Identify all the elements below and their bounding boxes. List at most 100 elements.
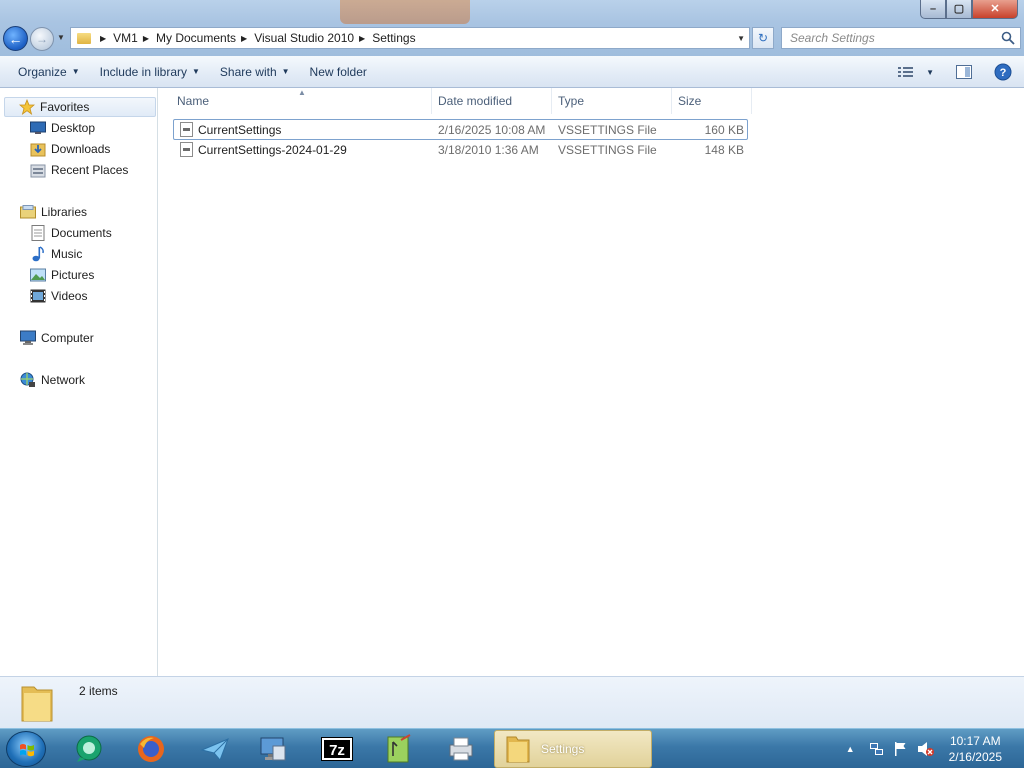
vssettings-file-icon — [180, 142, 193, 157]
minimize-button[interactable]: – — [920, 0, 946, 19]
videos-filmstrip-icon — [30, 288, 46, 304]
help-icon: ? — [994, 63, 1012, 81]
window-titlebar: – ▢ ✕ ← → ▼ ▶ VM1 ▶ My Documents ▶ Visua… — [0, 0, 1024, 56]
recent-places-icon — [30, 162, 46, 178]
documents-icon — [30, 225, 46, 241]
pictures-icon — [30, 267, 46, 283]
dropdown-arrow-icon: ▼ — [71, 67, 80, 76]
breadcrumb-label: My Documents — [156, 31, 237, 45]
7zip-icon: 7z — [321, 737, 353, 761]
file-name: CurrentSettings-2024-01-29 — [198, 142, 347, 157]
breadcrumb-chevron-icon[interactable]: ▶ — [100, 34, 106, 43]
start-button[interactable] — [6, 731, 46, 767]
close-button[interactable]: ✕ — [972, 0, 1018, 19]
column-header-label: Size — [678, 94, 702, 108]
taskbar-firefox[interactable] — [134, 733, 168, 765]
nav-item-label: Music — [51, 247, 83, 261]
search-icon[interactable] — [1001, 31, 1015, 45]
nav-item-pictures[interactable]: Pictures — [30, 265, 94, 285]
column-header-label: Date modified — [438, 94, 513, 108]
column-header-size[interactable]: Size — [672, 88, 752, 114]
network-status-icon[interactable] — [869, 741, 885, 757]
computer-icon — [20, 330, 36, 346]
taskbar-7zip[interactable]: 7z — [320, 733, 354, 765]
details-view-icon — [898, 67, 914, 77]
maximize-icon: ▢ — [953, 2, 965, 15]
nav-favorites-label: Favorites — [40, 100, 90, 114]
taskbar-notepadpp[interactable] — [382, 733, 416, 765]
help-button[interactable]: ? — [994, 63, 1012, 81]
remote-desktop-icon — [260, 737, 286, 761]
change-view-button[interactable]: ▼ — [898, 66, 934, 78]
system-tray: ▲ 10:17 AM 2/16/2025 — [842, 729, 1024, 768]
breadcrumb-chevron-icon[interactable]: ▶ — [241, 34, 247, 43]
breadcrumb-chevron-icon[interactable]: ▶ — [359, 34, 365, 43]
taskbar-remote-desktop[interactable] — [256, 733, 290, 765]
back-button[interactable]: ← — [3, 26, 28, 51]
chat-icon — [76, 735, 102, 762]
action-center-flag-icon[interactable] — [893, 741, 909, 757]
nav-computer-label: Computer — [41, 331, 94, 345]
nav-item-recent-places[interactable]: Recent Places — [30, 160, 128, 180]
forward-button[interactable]: → — [30, 27, 54, 51]
taskbar-send-app[interactable] — [198, 733, 232, 765]
breadcrumb-label: Visual Studio 2010 — [254, 31, 355, 45]
share-with-button[interactable]: Share with ▼ — [210, 56, 300, 88]
file-size: 160 KB — [704, 122, 744, 137]
breadcrumb-chevron-icon[interactable]: ▶ — [143, 34, 149, 43]
address-history-dropdown[interactable]: ▼ — [737, 34, 745, 43]
nav-libraries[interactable]: Libraries — [20, 202, 87, 222]
nav-item-label: Desktop — [51, 121, 96, 135]
organize-button[interactable]: Organize ▼ — [8, 56, 90, 88]
details-pane: 2 items — [0, 676, 1024, 728]
taskbar-chat-app[interactable] — [72, 733, 106, 765]
nav-item-documents[interactable]: Documents — [30, 223, 112, 243]
taskbar-printer[interactable] — [444, 733, 478, 765]
nav-network[interactable]: Network — [20, 370, 85, 390]
column-header-name[interactable]: Name — [171, 88, 432, 114]
breadcrumb-item-settings[interactable]: Settings — [372, 31, 415, 45]
nav-computer[interactable]: Computer — [20, 328, 94, 348]
downloads-folder-icon — [30, 141, 46, 157]
column-header-type[interactable]: Type — [552, 88, 672, 114]
recent-pages-dropdown[interactable]: ▼ — [57, 33, 65, 42]
include-in-library-button[interactable]: Include in library ▼ — [90, 56, 210, 88]
view-dropdown-arrow-icon[interactable]: ▼ — [926, 68, 934, 77]
printer-icon — [449, 737, 473, 761]
breadcrumb-label: VM1 — [113, 31, 138, 45]
libraries-icon — [20, 204, 36, 220]
nav-item-music[interactable]: Music — [30, 244, 82, 264]
file-row[interactable]: CurrentSettings 2/16/2025 10:08 AM VSSET… — [173, 119, 748, 140]
folder-icon — [21, 686, 53, 722]
nav-item-downloads[interactable]: Downloads — [30, 139, 110, 159]
close-icon: ✕ — [990, 2, 1000, 15]
breadcrumb-item-vm1[interactable]: VM1 — [113, 31, 138, 45]
column-header-date-modified[interactable]: Date modified — [432, 88, 552, 114]
nav-item-videos[interactable]: Videos — [30, 286, 87, 306]
breadcrumb-item-my-documents[interactable]: My Documents — [156, 31, 236, 45]
nav-network-label: Network — [41, 373, 86, 387]
maximize-button[interactable]: ▢ — [946, 0, 972, 19]
clock-time: 10:17 AM — [949, 734, 1001, 748]
refresh-button[interactable]: ↻ — [752, 27, 774, 49]
file-row[interactable]: CurrentSettings-2024-01-29 3/18/2010 1:3… — [173, 140, 748, 161]
new-folder-button[interactable]: New folder — [300, 56, 377, 88]
nav-item-desktop[interactable]: Desktop — [30, 118, 95, 138]
taskbar-explorer-settings[interactable]: Settings — [494, 730, 652, 768]
address-bar[interactable]: ▶ VM1 ▶ My Documents ▶ Visual Studio 201… — [70, 27, 750, 49]
search-input[interactable]: Search Settings — [781, 27, 1021, 49]
dropdown-arrow-icon: ▼ — [192, 67, 200, 76]
preview-pane-button[interactable] — [956, 65, 972, 79]
organize-label: Organize — [18, 64, 67, 79]
nav-item-label: Downloads — [51, 142, 111, 156]
file-name-cell: CurrentSettings — [180, 120, 281, 139]
file-type: VSSETTINGS File — [558, 122, 657, 137]
column-header-label: Name — [177, 94, 210, 108]
system-clock[interactable]: 10:17 AM 2/16/2025 — [949, 733, 1002, 765]
nav-favorites[interactable]: Favorites — [4, 97, 156, 117]
breadcrumb-item-visual-studio-2010[interactable]: Visual Studio 2010 — [254, 31, 354, 45]
notepadpp-icon — [387, 734, 411, 763]
volume-muted-icon[interactable] — [917, 741, 935, 757]
show-hidden-icons-button[interactable]: ▲ — [846, 744, 855, 754]
search-placeholder: Search Settings — [790, 31, 875, 45]
